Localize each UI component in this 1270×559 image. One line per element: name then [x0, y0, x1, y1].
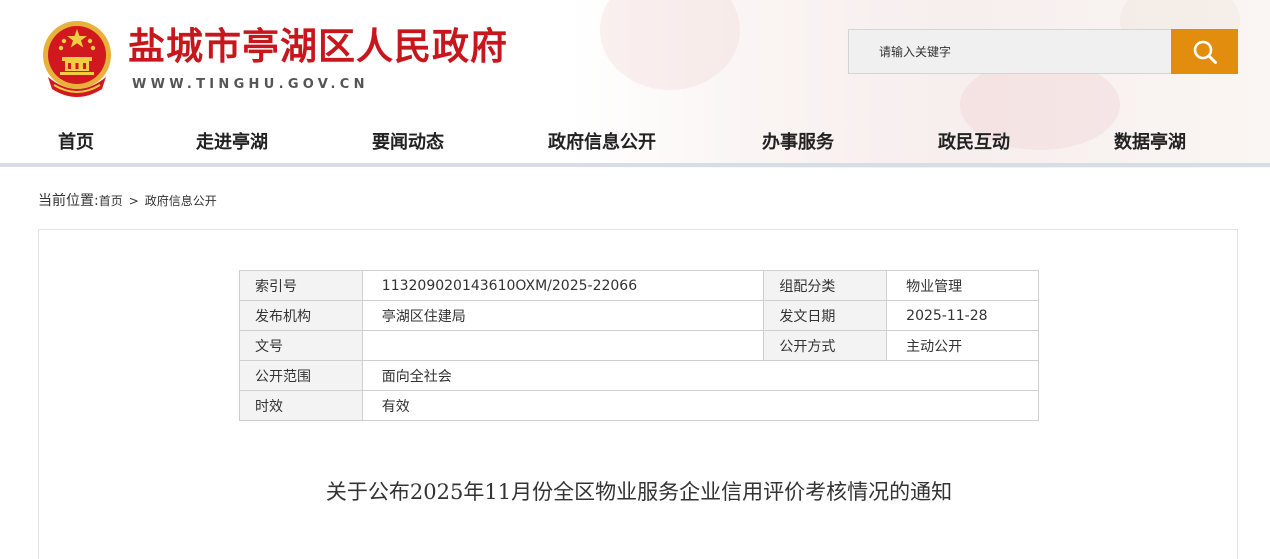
table-row: 公开范围 面向全社会	[239, 360, 1040, 391]
table-row: 文号 公开方式 主动公开	[239, 330, 1039, 361]
index-label: 索引号	[239, 270, 363, 301]
national-emblem-icon	[43, 21, 111, 97]
document-meta-table: 索引号 113209020143610OXM/2025-22066 组配分类 物…	[239, 270, 1040, 421]
search-icon	[1193, 40, 1217, 64]
breadcrumb-current-link[interactable]: 政府信息公开	[145, 194, 217, 208]
breadcrumb: 当前位置:首页 > 政府信息公开	[38, 190, 217, 210]
site-header: 盐城市亭湖区人民政府 WWW.TINGHU.GOV.CN 首页 走进亭湖 要闻动…	[0, 0, 1270, 168]
category-value: 物业管理	[886, 270, 1039, 301]
nav-item-data[interactable]: 数据亭湖	[1114, 128, 1186, 154]
category-label: 组配分类	[763, 270, 888, 301]
breadcrumb-separator: >	[128, 194, 139, 208]
nav-item-interaction[interactable]: 政民互动	[938, 128, 1010, 154]
nav-item-news[interactable]: 要闻动态	[372, 128, 444, 154]
main-nav: 首页 走进亭湖 要闻动态 政府信息公开 办事服务 政民互动 数据亭湖	[0, 118, 1270, 164]
date-value: 2025-11-28	[886, 300, 1039, 331]
search-box	[848, 29, 1172, 74]
publisher-value: 亭湖区住建局	[361, 300, 765, 331]
nav-item-services[interactable]: 办事服务	[762, 128, 834, 154]
table-row: 时效 有效	[239, 390, 1040, 421]
breadcrumb-prefix: 当前位置:	[38, 193, 99, 209]
scope-value: 面向全社会	[361, 360, 1040, 391]
method-label: 公开方式	[763, 330, 888, 361]
nav-item-home[interactable]: 首页	[58, 128, 94, 154]
breadcrumb-home-link[interactable]: 首页	[99, 194, 123, 208]
publisher-label: 发布机构	[239, 300, 363, 331]
date-label: 发文日期	[763, 300, 888, 331]
nav-divider	[0, 163, 1270, 167]
table-row: 索引号 113209020143610OXM/2025-22066 组配分类 物…	[239, 270, 1039, 301]
scope-label: 公开范围	[239, 360, 363, 391]
nav-item-about[interactable]: 走进亭湖	[196, 128, 268, 154]
doc-no-value	[361, 330, 765, 361]
validity-value: 有效	[361, 390, 1040, 421]
index-value: 113209020143610OXM/2025-22066	[361, 270, 765, 301]
site-url: WWW.TINGHU.GOV.CN	[132, 77, 369, 92]
search-button[interactable]	[1171, 29, 1238, 74]
nav-item-gov-info[interactable]: 政府信息公开	[548, 128, 656, 154]
content-panel: 索引号 113209020143610OXM/2025-22066 组配分类 物…	[38, 229, 1238, 559]
decorative-flower	[600, 0, 740, 90]
article-title: 关于公布2025年11月份全区物业服务企业信用评价考核情况的通知	[325, 480, 953, 504]
method-value: 主动公开	[886, 330, 1039, 361]
table-row: 发布机构 亭湖区住建局 发文日期 2025-11-28	[239, 300, 1039, 331]
search-input[interactable]	[849, 30, 1171, 73]
doc-no-label: 文号	[239, 330, 363, 361]
site-title[interactable]: 盐城市亭湖区人民政府	[128, 16, 508, 70]
validity-label: 时效	[239, 390, 363, 421]
